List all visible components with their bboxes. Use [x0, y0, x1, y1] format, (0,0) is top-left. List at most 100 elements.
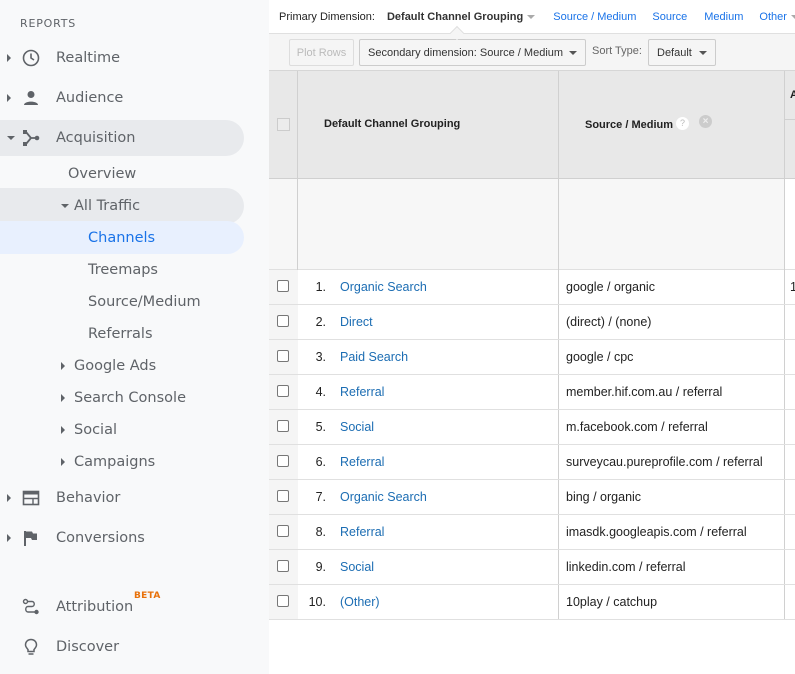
source-medium-value: google / cpc — [566, 350, 634, 364]
sort-type-label: Sort Type: — [592, 45, 642, 57]
select-all-checkbox[interactable] — [277, 118, 290, 131]
reports-section-label: REPORTS — [20, 17, 77, 30]
row-number: 3. — [315, 350, 326, 364]
sidebar-item-overview[interactable]: Overview — [0, 156, 244, 192]
sidebar-item-attribution[interactable]: Attribution BETA — [0, 589, 244, 625]
source-medium-value: linkedin.com / referral — [566, 560, 686, 574]
checkbox-cell — [269, 305, 298, 339]
channel-link[interactable]: Referral — [340, 385, 384, 399]
source-medium-value: surveycau.pureprofile.com / referral — [566, 455, 763, 469]
row-checkbox[interactable] — [277, 560, 289, 572]
dimension-link-medium[interactable]: Medium — [704, 11, 743, 23]
caret-right-icon — [7, 534, 11, 542]
row-number: 5. — [315, 420, 326, 434]
source-medium-value: imasdk.googleapis.com / referral — [566, 525, 747, 539]
sidebar-item-behavior[interactable]: Behavior — [0, 480, 244, 516]
source-medium-value: member.hif.com.au / referral — [566, 385, 723, 399]
header-truncated-column: A — [790, 89, 795, 101]
source-medium-value: (direct) / (none) — [566, 315, 652, 329]
sidebar-item-campaigns[interactable]: Campaigns — [0, 444, 244, 480]
table-row: 4. Referral member.hif.com.au / referral — [269, 375, 795, 410]
row-number: 6. — [315, 455, 326, 469]
sidebar-item-referrals[interactable]: Referrals — [0, 316, 244, 352]
checkbox-cell — [269, 585, 298, 619]
behavior-icon — [20, 487, 42, 509]
sidebar: REPORTS Realtime Audience Acquisition Ov… — [0, 0, 269, 674]
caret-right-icon — [61, 426, 65, 434]
channel-link[interactable]: (Other) — [340, 595, 380, 609]
row-checkbox[interactable] — [277, 385, 289, 397]
channel-link[interactable]: Organic Search — [340, 280, 427, 294]
caret-right-icon — [61, 458, 65, 466]
source-medium-value: bing / organic — [566, 490, 642, 504]
primary-dimension-current[interactable]: Default Channel Grouping — [387, 11, 536, 23]
primary-dimension-bar: Primary Dimension: Default Channel Group… — [269, 0, 795, 34]
channel-link[interactable]: Social — [340, 420, 374, 434]
dimension-link-source-medium[interactable]: Source / Medium — [553, 11, 636, 23]
sidebar-item-google-ads[interactable]: Google Ads — [0, 348, 244, 384]
channel-link[interactable]: Referral — [340, 525, 384, 539]
dimension-link-other[interactable]: Other — [759, 11, 795, 23]
sidebar-item-label: Treemaps — [88, 262, 158, 278]
sidebar-item-treemaps[interactable]: Treemaps — [0, 252, 244, 288]
caret-right-icon — [7, 494, 11, 502]
chevron-down-icon — [527, 14, 536, 19]
caret-right-icon — [61, 362, 65, 370]
sidebar-item-all-traffic[interactable]: All Traffic — [0, 188, 244, 224]
table-toolbar: Plot Rows Secondary dimension: Source / … — [269, 34, 795, 71]
secondary-dimension-value: Secondary dimension: Source / Medium — [368, 46, 564, 59]
sort-type-select[interactable]: Default — [648, 39, 716, 66]
row-checkbox[interactable] — [277, 525, 289, 537]
sidebar-item-label: Google Ads — [74, 358, 157, 374]
header-source-medium[interactable]: Source / Medium — [585, 119, 673, 131]
row-checkbox[interactable] — [277, 455, 289, 467]
sidebar-item-discover[interactable]: Discover — [0, 629, 244, 665]
checkbox-cell — [269, 515, 298, 549]
sidebar-item-conversions[interactable]: Conversions — [0, 520, 244, 556]
channel-link[interactable]: Referral — [340, 455, 384, 469]
table-row: 7. Organic Search bing / organic — [269, 480, 795, 515]
sidebar-item-label: Referrals — [88, 326, 153, 342]
caret-right-icon — [7, 54, 11, 62]
secondary-dimension-select[interactable]: Secondary dimension: Source / Medium — [359, 39, 586, 66]
table-row: 2. Direct (direct) / (none) — [269, 305, 795, 340]
row-checkbox[interactable] — [277, 280, 289, 292]
sidebar-item-source-medium[interactable]: Source/Medium — [0, 284, 244, 320]
acquisition-icon — [20, 127, 42, 149]
table-body: 1. Organic Search google / organic 1 2. … — [269, 270, 795, 620]
header-default-channel-grouping[interactable]: Default Channel Grouping — [324, 118, 460, 130]
chevron-down-icon — [790, 14, 795, 19]
row-checkbox[interactable] — [277, 490, 289, 502]
channel-link[interactable]: Paid Search — [340, 350, 408, 364]
dropdown-arrow-icon — [699, 50, 707, 55]
channel-link[interactable]: Social — [340, 560, 374, 574]
table-row: 3. Paid Search google / cpc — [269, 340, 795, 375]
remove-dimension-icon[interactable]: × — [699, 115, 712, 128]
table-row: 9. Social linkedin.com / referral — [269, 550, 795, 585]
attribution-icon — [20, 596, 42, 618]
sidebar-item-label: Behavior — [56, 490, 121, 506]
dimension-link-source[interactable]: Source — [652, 11, 687, 23]
sidebar-item-label: Acquisition — [56, 130, 136, 146]
plot-rows-button[interactable]: Plot Rows — [289, 39, 354, 66]
sidebar-item-social[interactable]: Social — [0, 412, 244, 448]
channel-link[interactable]: Direct — [340, 315, 373, 329]
sidebar-item-realtime[interactable]: Realtime — [0, 40, 244, 76]
row-checkbox[interactable] — [277, 595, 289, 607]
row-number: 2. — [315, 315, 326, 329]
sidebar-item-audience[interactable]: Audience — [0, 80, 244, 116]
row-checkbox[interactable] — [277, 350, 289, 362]
header-divider — [784, 119, 795, 120]
sidebar-item-acquisition[interactable]: Acquisition — [0, 120, 244, 156]
channel-link[interactable]: Organic Search — [340, 490, 427, 504]
sidebar-item-label: Source/Medium — [88, 294, 201, 310]
table-row: 8. Referral imasdk.googleapis.com / refe… — [269, 515, 795, 550]
lightbulb-icon — [20, 636, 42, 658]
help-icon[interactable]: ? — [676, 117, 689, 130]
sidebar-item-channels[interactable]: Channels — [0, 221, 244, 254]
row-number: 9. — [315, 560, 326, 574]
sidebar-item-label: Overview — [68, 166, 137, 182]
row-checkbox[interactable] — [277, 315, 289, 327]
row-checkbox[interactable] — [277, 420, 289, 432]
sidebar-item-search-console[interactable]: Search Console — [0, 380, 244, 416]
